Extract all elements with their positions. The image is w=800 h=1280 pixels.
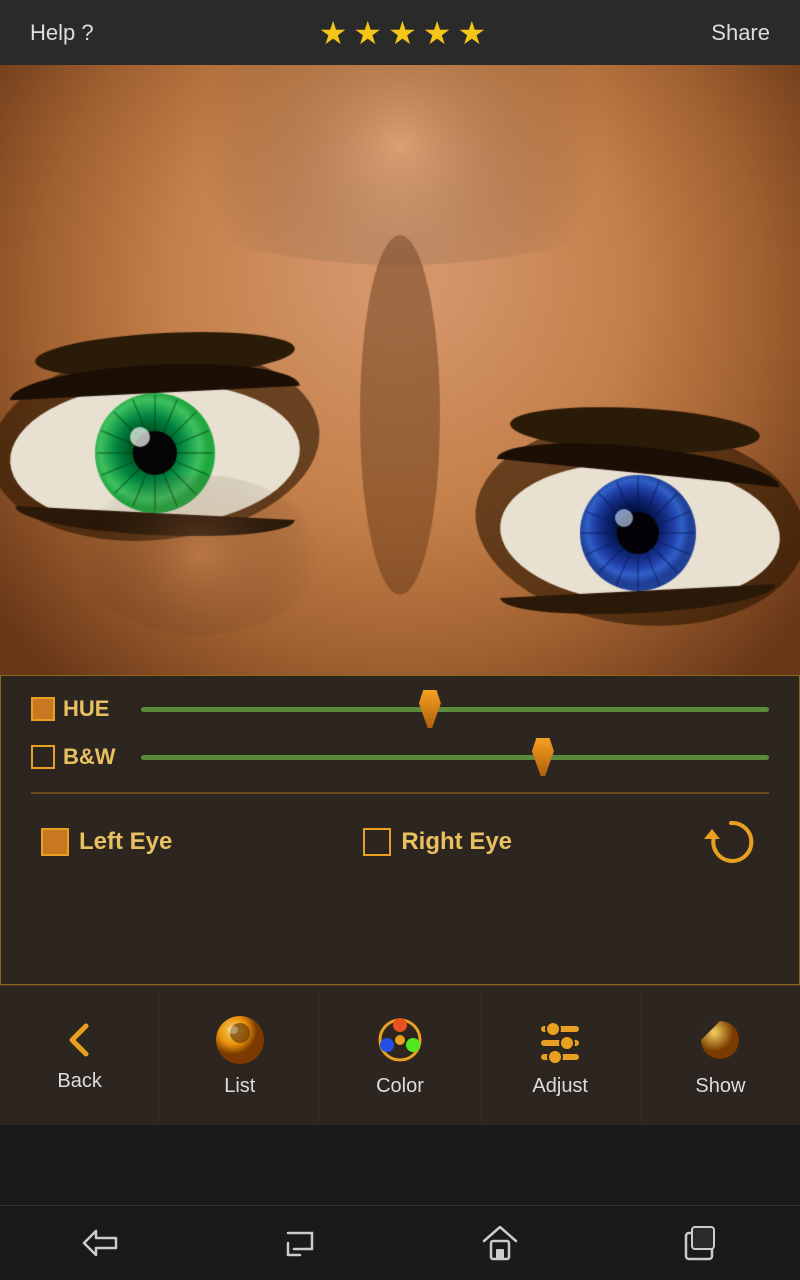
- reset-icon: [704, 815, 758, 869]
- sys-home-button[interactable]: [475, 1218, 525, 1268]
- sys-square-icon: [678, 1221, 722, 1265]
- back-icon: [58, 1018, 102, 1062]
- photo-preview: [0, 65, 800, 675]
- bottom-nav: Back List: [0, 985, 800, 1125]
- adjust-icon: [533, 1013, 587, 1067]
- bw-label: B&W: [31, 744, 141, 770]
- nav-back-label: Back: [57, 1070, 101, 1093]
- sys-back-icon: [78, 1221, 122, 1265]
- list-icon: [213, 1013, 267, 1067]
- right-eye-option[interactable]: Right Eye: [363, 828, 512, 856]
- hue-track[interactable]: [141, 707, 769, 712]
- nav-color-label: Color: [376, 1075, 424, 1098]
- top-bar: Help ? ★ ★ ★ ★ ★ Share: [0, 0, 800, 65]
- star-rating[interactable]: ★ ★ ★ ★ ★: [319, 14, 486, 52]
- star-2: ★: [353, 14, 382, 52]
- sys-square-button[interactable]: [675, 1218, 725, 1268]
- system-nav: [0, 1205, 800, 1280]
- show-icon: [693, 1013, 747, 1067]
- star-1: ★: [319, 14, 348, 52]
- sys-back-button[interactable]: [75, 1218, 125, 1268]
- right-eye-checkbox[interactable]: [363, 828, 391, 856]
- nav-color[interactable]: Color: [320, 986, 480, 1125]
- nav-list-label: List: [224, 1075, 255, 1098]
- bw-track[interactable]: [141, 755, 769, 760]
- controls-panel: HUE B&W Left Eye Right Eye: [0, 675, 800, 985]
- bw-thumb[interactable]: [532, 738, 554, 776]
- sys-home-icon: [478, 1221, 522, 1265]
- help-button[interactable]: Help ?: [30, 20, 94, 46]
- bw-slider-row: B&W: [31, 744, 769, 770]
- color-icon: [373, 1013, 427, 1067]
- hue-checkbox[interactable]: [31, 697, 55, 721]
- nav-list[interactable]: List: [160, 986, 320, 1125]
- nav-adjust-label: Adjust: [532, 1075, 588, 1098]
- nav-show-label: Show: [695, 1075, 745, 1098]
- reset-button[interactable]: [703, 814, 759, 870]
- star-5: ★: [457, 14, 486, 52]
- hue-slider-row: HUE: [31, 696, 769, 722]
- divider: [31, 792, 769, 794]
- hue-thumb[interactable]: [419, 690, 441, 728]
- star-4: ★: [423, 14, 452, 52]
- hue-label: HUE: [31, 696, 141, 722]
- bw-checkbox[interactable]: [31, 745, 55, 769]
- nav-show[interactable]: Show: [641, 986, 800, 1125]
- left-eye-checkbox[interactable]: [41, 828, 69, 856]
- sys-return-button[interactable]: [275, 1218, 325, 1268]
- eye-canvas: [0, 65, 800, 675]
- star-3: ★: [388, 14, 417, 52]
- nav-adjust[interactable]: Adjust: [481, 986, 641, 1125]
- eye-selection-row: Left Eye Right Eye: [31, 814, 769, 870]
- left-eye-option[interactable]: Left Eye: [41, 828, 172, 856]
- share-button[interactable]: Share: [711, 20, 770, 46]
- sys-return-icon: [278, 1221, 322, 1265]
- nav-back[interactable]: Back: [0, 986, 160, 1125]
